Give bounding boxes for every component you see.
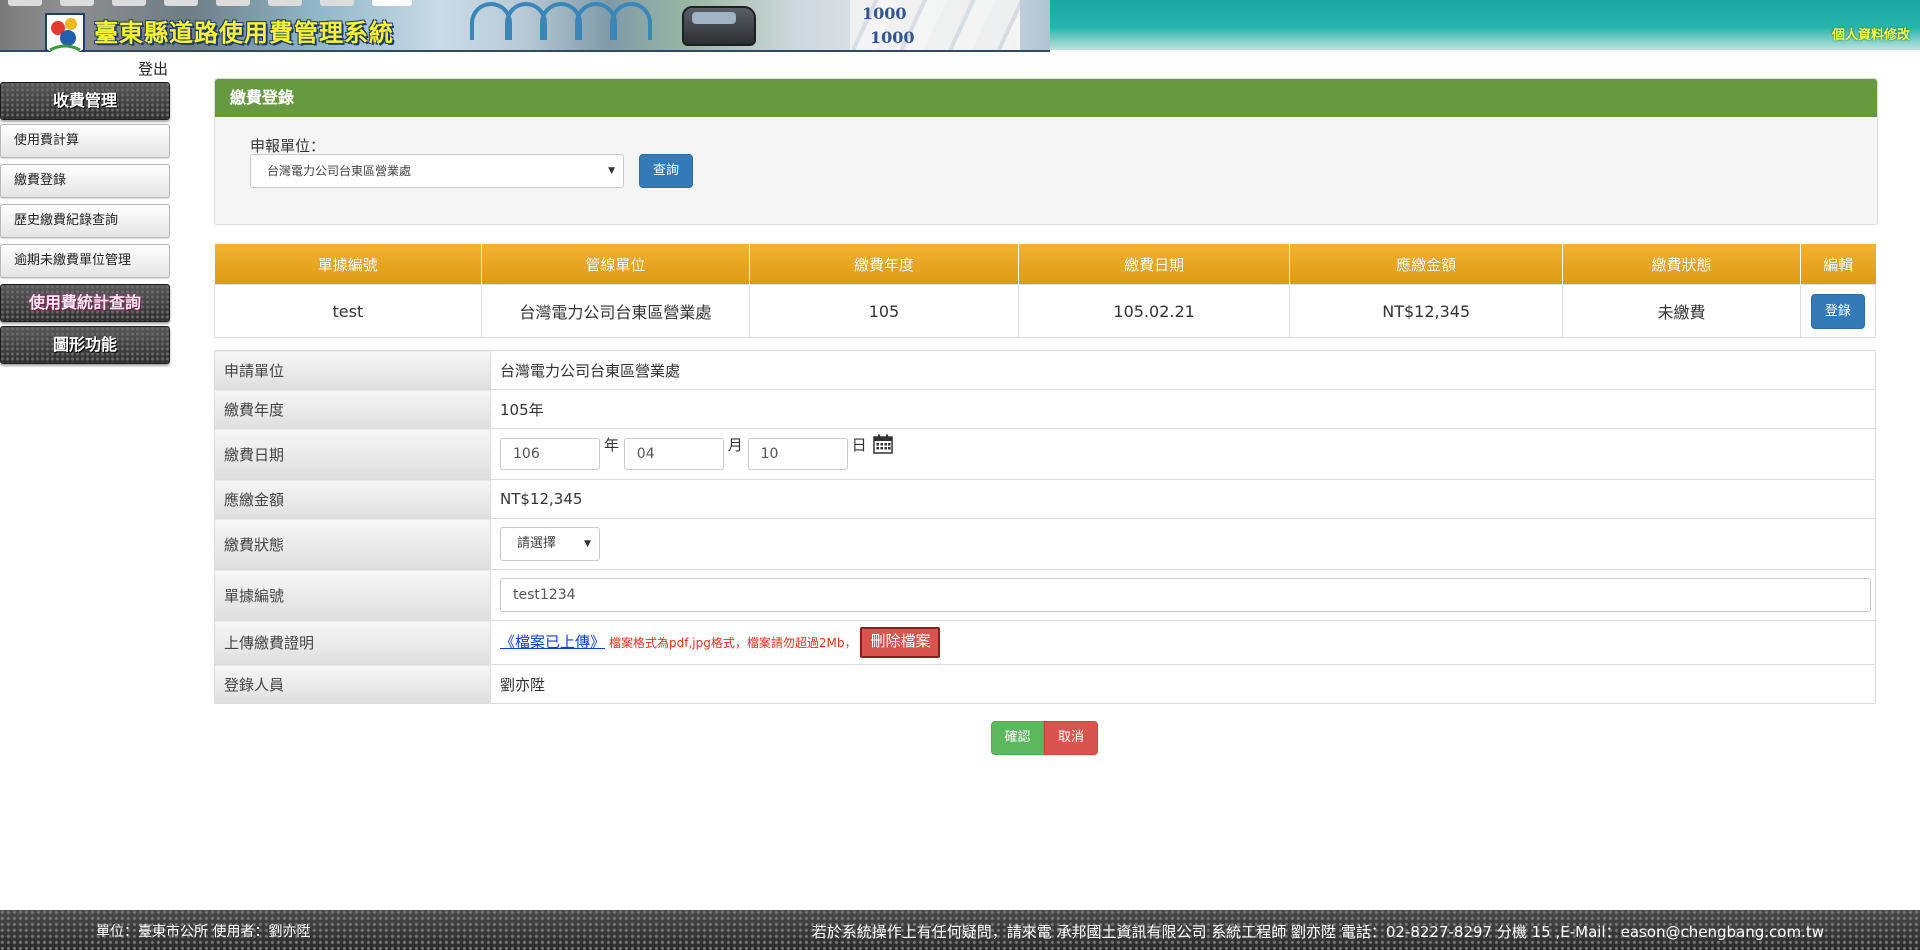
banknote-value: 1000 bbox=[862, 4, 907, 23]
menu-section-graphics[interactable]: 圖形功能 bbox=[0, 326, 170, 364]
top-tab[interactable] bbox=[112, 0, 146, 6]
site-title: 臺東縣道路使用費管理系統 bbox=[94, 19, 394, 47]
column-header: 繳費日期 bbox=[1018, 244, 1291, 285]
amount-due-label: 應繳金額 bbox=[214, 479, 491, 519]
top-tab[interactable] bbox=[268, 0, 302, 6]
payment-status-label: 繳費狀態 bbox=[214, 518, 491, 570]
payment-status-selected: 請選擇 bbox=[517, 536, 557, 551]
menu-section-fee-management[interactable]: 收費管理 bbox=[0, 82, 170, 120]
cell-status: 未繳費 bbox=[1562, 284, 1801, 338]
register-button[interactable]: 登錄 bbox=[1810, 293, 1865, 329]
top-tab-active[interactable] bbox=[372, 0, 412, 6]
applicant-label: 申請單位 bbox=[214, 350, 491, 390]
banknotes-graphic: 1000 1000 bbox=[850, 0, 1020, 50]
top-tab[interactable] bbox=[8, 0, 42, 6]
car-graphic bbox=[682, 6, 756, 46]
form-actions: 確認 取消 bbox=[991, 721, 1098, 755]
confirm-button[interactable]: 確認 bbox=[991, 721, 1044, 755]
payment-date-fields: 106 年 04 月 10 日 bbox=[490, 428, 1876, 480]
banknote-value: 1000 bbox=[870, 28, 915, 47]
cell-year: 105 bbox=[748, 284, 1020, 338]
column-header: 單據編號 bbox=[214, 244, 482, 285]
footer-contact-info: 若於系統操作上有任何疑問，請來電 承邦國土資訊有限公司 系統工程師 劉亦陞 電話… bbox=[811, 923, 1824, 941]
calendar-icon[interactable] bbox=[873, 434, 894, 454]
payment-registration-panel: 繳費登錄 申報單位： 台灣電力公司台東區營業處 ▼ 查詢 bbox=[214, 78, 1878, 225]
top-tab[interactable] bbox=[164, 0, 198, 6]
panel-title: 繳費登錄 bbox=[215, 79, 1877, 117]
operator-label: 登錄人員 bbox=[214, 664, 491, 704]
payment-detail-form: 申請單位 台灣電力公司台東區營業處 繳費年度 105年 繳費日期 106 年 04… bbox=[214, 350, 1876, 704]
payment-records-table: 單據編號 管線單位 繳費年度 繳費日期 應繳金額 繳費狀態 編輯 test 台灣… bbox=[214, 244, 1877, 338]
payment-status-select[interactable]: 請選擇 ▼ bbox=[500, 527, 600, 561]
app-header: 1000 1000 臺東縣道路使用費管理系統 個人資料修改 bbox=[0, 0, 1920, 52]
menu-item-overdue-management[interactable]: 逾期未繳費單位管理 bbox=[0, 244, 170, 278]
uploaded-file-link[interactable]: 《檔案已上傳》 bbox=[500, 633, 605, 651]
menu-item-payment-history[interactable]: 歷史繳費紀錄查詢 bbox=[0, 204, 170, 238]
upload-format-note: 檔案格式為pdf,jpg格式，檔案請勿超過2Mb， bbox=[609, 636, 857, 650]
amount-due-value: NT$12,345 bbox=[490, 479, 1876, 519]
date-day-unit: 日 bbox=[851, 436, 867, 454]
column-header: 應繳金額 bbox=[1289, 244, 1564, 285]
reporting-unit-select[interactable]: 台灣電力公司台東區營業處 ▼ bbox=[250, 154, 624, 188]
cell-unit: 台灣電力公司台東區營業處 bbox=[480, 284, 750, 338]
chevron-down-icon: ▼ bbox=[584, 539, 591, 549]
upload-proof-label: 上傳繳費證明 bbox=[214, 620, 491, 665]
query-button[interactable]: 查詢 bbox=[639, 154, 693, 188]
date-month-input[interactable]: 04 bbox=[623, 438, 724, 470]
date-year-input[interactable]: 106 bbox=[500, 438, 600, 470]
form-row-applicant: 申請單位 台灣電力公司台東區營業處 bbox=[214, 350, 1876, 390]
date-year-unit: 年 bbox=[604, 436, 620, 454]
column-header: 繳費狀態 bbox=[1562, 244, 1801, 285]
county-logo-icon bbox=[45, 13, 85, 52]
column-header: 編輯 bbox=[1800, 244, 1876, 285]
cell-edit: 登錄 bbox=[1799, 284, 1877, 338]
header-teal-band bbox=[1050, 0, 1920, 50]
cell-receipt-no: test bbox=[214, 284, 482, 338]
delete-file-button[interactable]: 刪除檔案 bbox=[860, 627, 941, 658]
table-row: test 台灣電力公司台東區營業處 105 105.02.21 NT$12,34… bbox=[214, 284, 1877, 338]
date-day-input[interactable]: 10 bbox=[747, 438, 848, 470]
applicant-value: 台灣電力公司台東區營業處 bbox=[490, 350, 1876, 390]
payment-date-label: 繳費日期 bbox=[214, 428, 491, 480]
column-header: 繳費年度 bbox=[749, 244, 1020, 285]
date-month-unit: 月 bbox=[727, 436, 743, 454]
cell-amount: NT$12,345 bbox=[1289, 284, 1564, 338]
upload-proof-cell: 《檔案已上傳》 檔案格式為pdf,jpg格式，檔案請勿超過2Mb， 刪除檔案 bbox=[490, 620, 1876, 665]
receipt-number-input[interactable]: test1234 bbox=[500, 578, 1871, 612]
table-header-row: 單據編號 管線單位 繳費年度 繳費日期 應繳金額 繳費狀態 編輯 bbox=[214, 244, 1876, 285]
top-tab[interactable] bbox=[216, 0, 250, 6]
form-row-amount: 應繳金額 NT$12,345 bbox=[214, 479, 1876, 519]
top-tab[interactable] bbox=[320, 0, 354, 6]
cell-date: 105.02.21 bbox=[1018, 284, 1291, 338]
menu-section-fee-statistics[interactable]: 使用費統計查詢 bbox=[0, 284, 170, 322]
form-row-operator: 登錄人員 劉亦陞 bbox=[214, 664, 1876, 704]
receipt-number-cell: test1234 bbox=[490, 569, 1876, 621]
reporting-unit-label: 申報單位： bbox=[250, 137, 326, 155]
reporting-unit-selected: 台灣電力公司台東區營業處 bbox=[267, 164, 412, 178]
menu-item-fee-calculation[interactable]: 使用費計算 bbox=[0, 124, 170, 158]
payment-status-cell: 請選擇 ▼ bbox=[490, 518, 1876, 570]
form-row-status: 繳費狀態 請選擇 ▼ bbox=[214, 518, 1876, 570]
payment-year-label: 繳費年度 bbox=[214, 389, 491, 429]
sidebar: 收費管理 使用費計算 繳費登錄 歷史繳費紀錄查詢 逾期未繳費單位管理 使用費統計… bbox=[0, 82, 170, 368]
column-header: 管線單位 bbox=[481, 244, 750, 285]
form-row-upload: 上傳繳費證明 《檔案已上傳》 檔案格式為pdf,jpg格式，檔案請勿超過2Mb，刪… bbox=[214, 620, 1876, 665]
profile-edit-link[interactable]: 個人資料修改 bbox=[1832, 24, 1910, 43]
form-row-date: 繳費日期 106 年 04 月 10 日 bbox=[214, 428, 1876, 480]
menu-item-payment-registration[interactable]: 繳費登錄 bbox=[0, 164, 170, 198]
receipt-number-label: 單據編號 bbox=[214, 569, 491, 621]
operator-value: 劉亦陞 bbox=[490, 664, 1876, 704]
logout-link[interactable]: 登出 bbox=[138, 58, 168, 79]
payment-year-value: 105年 bbox=[490, 389, 1876, 429]
cancel-button[interactable]: 取消 bbox=[1044, 721, 1098, 755]
page-footer: 單位：臺東市公所 使用者：劉亦陞 若於系統操作上有任何疑問，請來電 承邦國土資訊… bbox=[0, 910, 1920, 950]
form-row-receipt: 單據編號 test1234 bbox=[214, 569, 1876, 621]
bridge-arch-graphic bbox=[610, 2, 652, 40]
chevron-down-icon: ▼ bbox=[608, 166, 615, 176]
footer-user-info: 單位：臺東市公所 使用者：劉亦陞 bbox=[96, 924, 311, 940]
form-row-year: 繳費年度 105年 bbox=[214, 389, 1876, 429]
